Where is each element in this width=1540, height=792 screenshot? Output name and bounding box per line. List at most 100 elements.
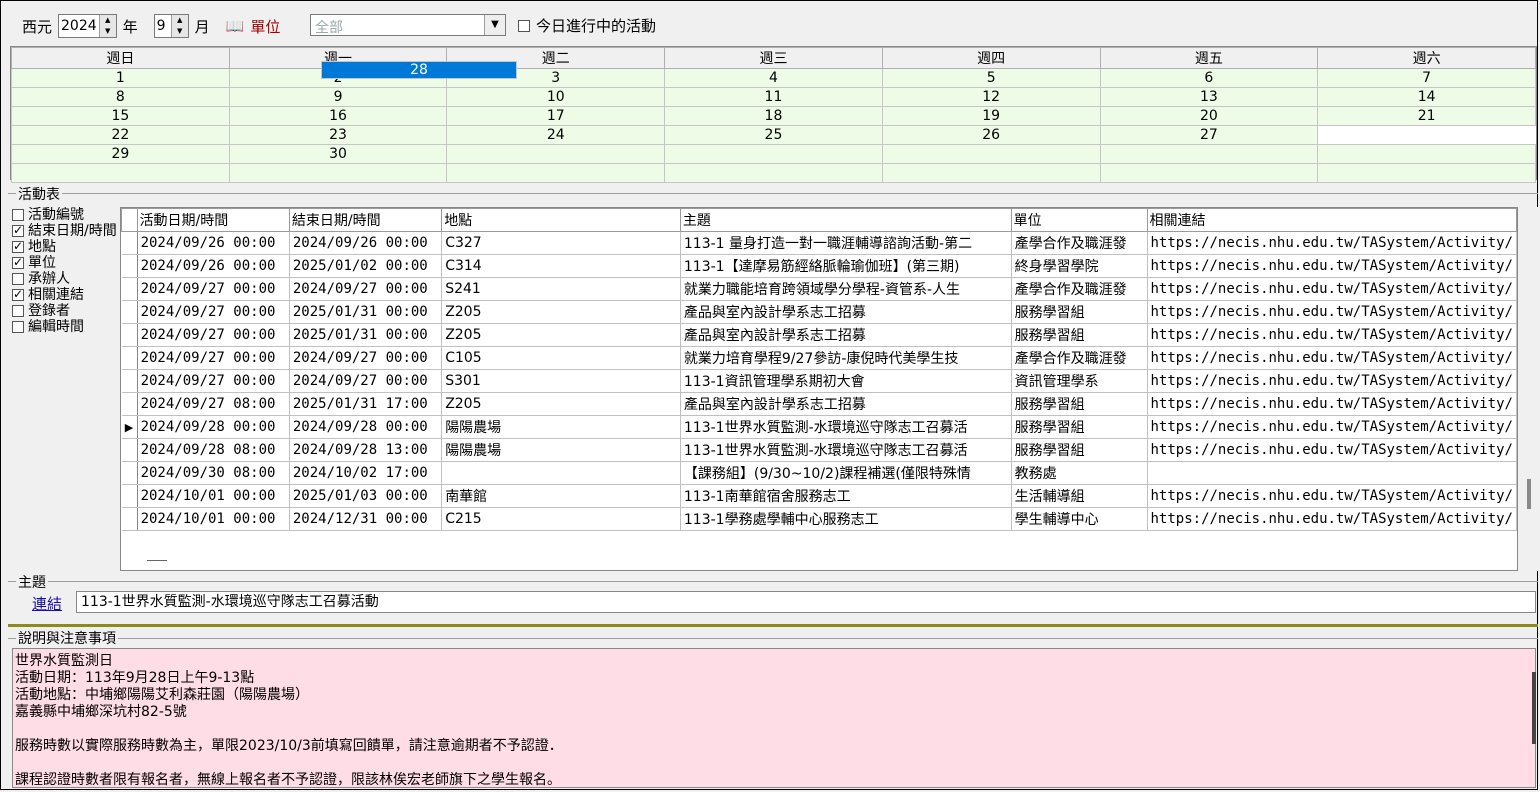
grid-scrollbar[interactable] [1520, 207, 1538, 571]
table-cell[interactable]: C314 [441, 254, 681, 278]
table-cell[interactable]: 2024/09/27 00:00 [289, 346, 443, 370]
calendar-day[interactable]: 7 [1317, 68, 1536, 88]
table-cell[interactable]: 終身學習學院 [1011, 254, 1148, 278]
calendar-day[interactable]: 19 [881, 106, 1101, 126]
table-cell[interactable]: https://necis.nhu.edu.tw/TASystem/Activi… [1147, 231, 1517, 255]
table-cell[interactable]: 產學合作及職涯發 [1011, 277, 1148, 301]
table-cell[interactable]: 2024/09/28 00:00 [289, 415, 443, 439]
calendar-day[interactable] [228, 163, 448, 183]
calendar-day[interactable]: 10 [446, 87, 666, 107]
table-cell[interactable]: 2024/09/28 00:00 [137, 415, 290, 439]
column-option[interactable]: 結束日期/時間 [12, 223, 120, 239]
table-row[interactable]: 2024/09/30 08:00 2024/10/02 17:00 【課務組】(9/… [121, 461, 1517, 485]
table-row[interactable]: 2024/10/01 00:00 2024/12/31 00:00 C215 113-… [121, 507, 1517, 531]
subject-field[interactable]: 113-1世界水質監測-水環境巡守隊志工召募活動 [76, 591, 1536, 613]
row-indicator[interactable] [121, 461, 138, 485]
table-cell[interactable]: 產品與室內設計學系志工招募 [680, 323, 1012, 347]
table-cell[interactable]: C215 [441, 507, 681, 531]
column-checkbox[interactable] [12, 273, 24, 285]
calendar-day[interactable] [11, 163, 230, 183]
calendar-day[interactable] [1099, 163, 1319, 183]
calendar-day[interactable] [881, 144, 1101, 164]
table-cell[interactable]: 學生輔導中心 [1011, 507, 1148, 531]
column-checkbox[interactable] [12, 321, 24, 333]
calendar-day[interactable]: 30 [228, 144, 448, 164]
grid-column-header[interactable]: 活動日期/時間 [136, 208, 290, 232]
table-row[interactable]: 2024/09/27 00:00 2024/09/27 00:00 C105 就業力培… [121, 346, 1517, 370]
calendar-day[interactable] [881, 163, 1101, 183]
table-cell[interactable]: 2025/01/02 00:00 [289, 254, 443, 278]
spin-up-icon[interactable]: ▲ [172, 15, 188, 26]
table-cell[interactable]: 2024/09/27 00:00 [289, 369, 443, 393]
calendar-day[interactable]: 17 [446, 106, 666, 126]
link-label[interactable]: 連結 [32, 593, 62, 614]
table-cell[interactable]: https://necis.nhu.edu.tw/TASystem/Activi… [1147, 346, 1517, 370]
column-checkbox[interactable] [12, 255, 24, 270]
year-value[interactable]: 2024 [59, 15, 99, 37]
row-indicator[interactable] [121, 231, 138, 255]
table-cell[interactable]: 服務學習組 [1011, 323, 1148, 347]
column-option[interactable]: 活動編號 [12, 207, 120, 223]
table-cell[interactable]: https://necis.nhu.edu.tw/TASystem/Activi… [1147, 507, 1517, 531]
row-indicator[interactable] [121, 369, 138, 393]
table-cell[interactable]: 陽陽農場 [441, 415, 681, 439]
row-indicator[interactable] [121, 507, 138, 531]
table-cell[interactable]: S301 [441, 369, 681, 393]
calendar-day[interactable]: 9 [228, 87, 448, 107]
table-row[interactable]: 2024/09/27 00:00 2024/09/27 00:00 S241 就業力職… [121, 277, 1517, 301]
calendar-day[interactable] [1099, 144, 1319, 164]
table-row[interactable]: 2024/09/26 00:00 2024/09/26 00:00 C327 113-… [121, 231, 1517, 255]
column-option[interactable]: 地點 [12, 239, 120, 255]
table-row[interactable]: 2024/09/27 08:00 2025/01/31 17:00 Z205 產品與室… [121, 392, 1517, 416]
table-cell[interactable]: 2025/01/03 00:00 [289, 484, 443, 508]
table-row[interactable]: 2024/09/28 08:00 2024/09/28 13:00 陽陽農場 113-… [121, 438, 1517, 462]
table-cell[interactable]: 陽陽農場 [441, 438, 681, 462]
calendar-day[interactable]: 8 [11, 87, 230, 107]
table-cell[interactable]: 2024/12/31 00:00 [289, 507, 443, 531]
table-cell[interactable]: 2024/09/27 08:00 [137, 392, 290, 416]
calendar-day[interactable] [1317, 144, 1536, 164]
calendar-day[interactable]: 23 [228, 125, 448, 145]
column-checkbox[interactable] [12, 239, 24, 254]
row-indicator[interactable] [121, 438, 138, 462]
year-spinner[interactable]: 2024 ▲ ▼ [58, 14, 117, 38]
current-row-icon[interactable]: ▶ [121, 415, 138, 439]
table-cell[interactable]: 113-1世界水質監測-水環境巡守隊志工召募活 [680, 438, 1012, 462]
calendar-day[interactable]: 22 [11, 125, 230, 145]
table-cell[interactable]: 2025/01/31 17:00 [289, 392, 443, 416]
table-cell[interactable]: https://necis.nhu.edu.tw/TASystem/Activi… [1147, 369, 1517, 393]
table-row[interactable]: ▶ 2024/09/28 00:00 2024/09/28 00:00 陽陽農場 113… [121, 415, 1517, 439]
table-cell[interactable]: 2024/10/02 17:00 [289, 461, 443, 485]
table-row[interactable]: 2024/10/01 00:00 2025/01/03 00:00 南華館 113-1… [121, 484, 1517, 508]
row-indicator[interactable] [121, 346, 138, 370]
table-cell[interactable]: 教務處 [1011, 461, 1148, 485]
calendar-day[interactable]: 28 [321, 61, 517, 79]
table-cell[interactable]: 產品與室內設計學系志工招募 [680, 300, 1012, 324]
spin-down-icon[interactable]: ▼ [100, 26, 116, 37]
calendar-day[interactable]: 24 [446, 125, 666, 145]
grid-column-header[interactable]: 單位 [1010, 208, 1148, 232]
calendar-day[interactable]: 27 [1099, 125, 1319, 145]
grid-column-header[interactable]: 主題 [679, 208, 1012, 232]
column-option[interactable]: 編輯時間 [12, 319, 120, 335]
column-option[interactable]: 單位 [12, 255, 120, 271]
table-cell[interactable]: 服務學習組 [1011, 438, 1148, 462]
table-cell[interactable]: 113-1資訊管理學系期初大會 [680, 369, 1012, 393]
table-cell[interactable]: 2024/09/27 00:00 [137, 346, 290, 370]
month-spinner[interactable]: 9 ▲ ▼ [153, 14, 189, 38]
table-cell[interactable]: 服務學習組 [1011, 300, 1148, 324]
grid-column-header[interactable]: 結束日期/時間 [288, 208, 443, 232]
chevron-down-icon[interactable]: ▼ [484, 15, 505, 35]
table-cell[interactable]: 113-1【達摩易筋經絡脈輪瑜伽班】(第三期) [680, 254, 1012, 278]
table-cell[interactable] [1147, 461, 1517, 485]
table-cell[interactable]: https://necis.nhu.edu.tw/TASystem/Activi… [1147, 392, 1517, 416]
table-cell[interactable]: 就業力培育學程9/27參訪-康倪時代美學生技 [680, 346, 1012, 370]
row-indicator[interactable] [121, 484, 138, 508]
table-cell[interactable]: 【課務組】(9/30~10/2)課程補選(僅限特殊情 [680, 461, 1012, 485]
calendar-day[interactable]: 16 [228, 106, 448, 126]
table-cell[interactable]: 2024/09/27 00:00 [289, 277, 443, 301]
calendar-day[interactable]: 4 [664, 68, 883, 88]
column-checkbox[interactable] [12, 209, 24, 221]
table-cell[interactable]: 產學合作及職涯發 [1011, 346, 1148, 370]
table-cell[interactable]: 2024/09/30 08:00 [137, 461, 290, 485]
